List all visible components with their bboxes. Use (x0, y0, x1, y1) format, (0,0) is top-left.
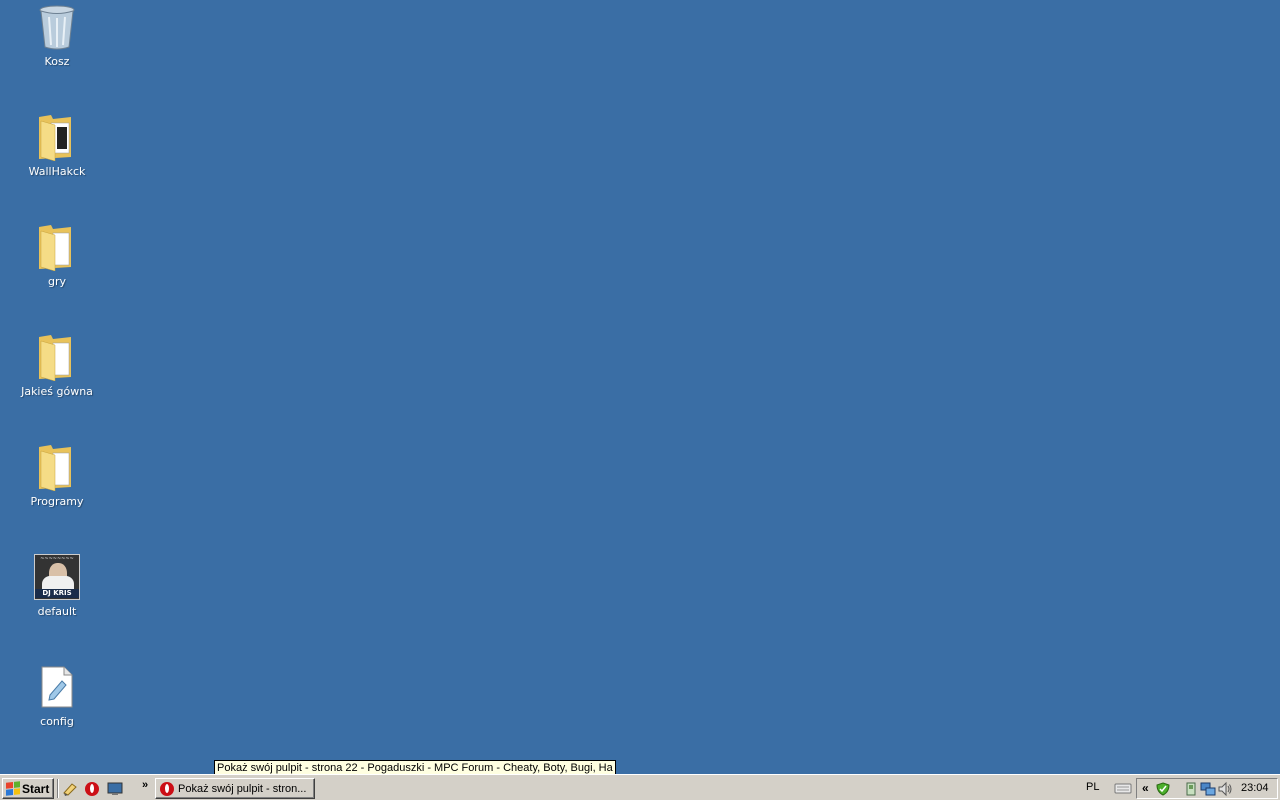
quick-launch-overflow-button[interactable]: » (142, 779, 148, 791)
taskbar-window-label: Pokaż swój pulpit - stron... (178, 782, 307, 795)
windows-logo-icon (6, 781, 20, 796)
opera-icon[interactable] (83, 780, 101, 797)
keyboard-icon[interactable] (1114, 781, 1132, 795)
screen-icon[interactable] (106, 780, 124, 797)
desktop-icon-label: WallHakck (28, 165, 86, 178)
language-indicator[interactable]: PL (1086, 781, 1099, 793)
desktop-icon-wallhakck[interactable]: WallHakck (17, 112, 97, 192)
start-button[interactable]: Start (2, 778, 54, 799)
network-icon[interactable] (1200, 781, 1216, 797)
desktop-icon-label: gry (47, 275, 66, 288)
desktop-icon-jakies-gowna[interactable]: Jakieś gówna (17, 332, 97, 412)
image-thumbnail-icon: ~~~~~~~~ DJ KRIS (33, 552, 81, 602)
desktop-icon-gry[interactable]: gry (17, 222, 97, 302)
desktop-icon-programy[interactable]: Programy (17, 442, 97, 522)
thumbnail-brand-text: DJ KRIS (35, 589, 79, 598)
desktop-icon-label: Kosz (44, 55, 70, 68)
system-tray: « 23:04 (1136, 778, 1278, 799)
desktop-icon-label: config (40, 715, 74, 728)
desktop-icon-label: Jakieś gówna (21, 385, 93, 398)
tray-expand-button[interactable]: « (1142, 781, 1149, 795)
taskbar: Start » Pokaż swój pulpit - stron... PL … (0, 774, 1280, 800)
desktop[interactable]: Kosz WallHakck gry Jakieś gówna Programy… (0, 0, 1280, 774)
device-icon[interactable] (1183, 781, 1199, 797)
desktop-icon-label: default (37, 605, 77, 618)
folder-icon (33, 112, 81, 162)
taskbar-window-button[interactable]: Pokaż swój pulpit - stron... (155, 778, 315, 799)
desktop-icon-default[interactable]: ~~~~~~~~ DJ KRIS default (17, 552, 97, 632)
opera-icon (160, 781, 174, 796)
folder-icon (33, 222, 81, 272)
show-desktop-icon[interactable] (61, 780, 79, 797)
taskbar-separator (57, 779, 59, 798)
recycle-bin-icon (33, 2, 81, 52)
green-shield-icon[interactable] (1155, 781, 1171, 797)
folder-icon (33, 442, 81, 492)
desktop-icon-label: Programy (30, 495, 84, 508)
desktop-icon-config[interactable]: config (17, 662, 97, 742)
text-document-icon (33, 662, 81, 712)
folder-icon (33, 332, 81, 382)
desktop-icon-recycle-bin[interactable]: Kosz (17, 2, 97, 82)
volume-icon[interactable] (1217, 781, 1233, 797)
clock[interactable]: 23:04 (1241, 782, 1269, 794)
start-button-label: Start (22, 781, 50, 796)
